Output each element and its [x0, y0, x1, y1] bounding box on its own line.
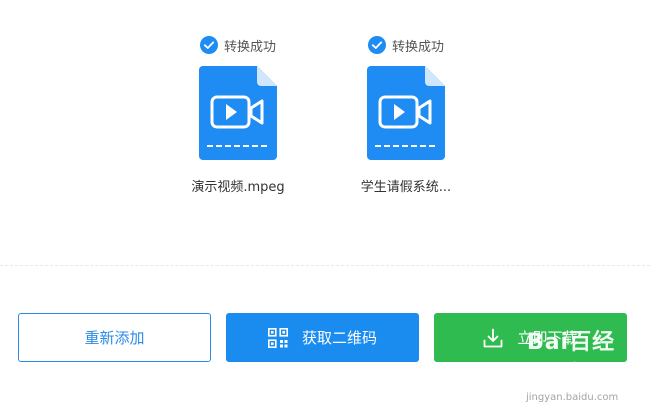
- download-button-label: 立即下载: [517, 329, 578, 347]
- file-name: 演示视频.mpeg: [191, 180, 285, 195]
- video-file-icon[interactable]: [199, 66, 277, 160]
- status-text: 转换成功: [223, 39, 276, 55]
- qrcode-button[interactable]: 获取二维码: [226, 313, 419, 362]
- watermark-url: jingyan.baidu.com: [526, 392, 619, 403]
- qrcode-icon: [267, 327, 288, 348]
- qrcode-button-label: 获取二维码: [301, 329, 377, 347]
- file-name: 学生请假系统...: [360, 180, 452, 195]
- divider: [0, 265, 650, 266]
- check-circle-icon: [367, 36, 386, 54]
- check-circle-icon: [199, 36, 218, 54]
- download-icon: [484, 328, 503, 347]
- download-button[interactable]: 立即下载: [434, 313, 627, 362]
- status-text: 转换成功: [391, 39, 444, 55]
- file-card: 转换成功 学生请假系统...: [346, 34, 466, 195]
- conversion-status: 转换成功: [178, 34, 298, 56]
- conversion-status: 转换成功: [346, 34, 466, 56]
- video-file-icon[interactable]: [367, 66, 445, 160]
- file-card: 转换成功 演示视频.mpeg: [178, 34, 298, 195]
- readd-button[interactable]: 重新添加: [18, 313, 211, 362]
- readd-button-label: 重新添加: [84, 329, 145, 347]
